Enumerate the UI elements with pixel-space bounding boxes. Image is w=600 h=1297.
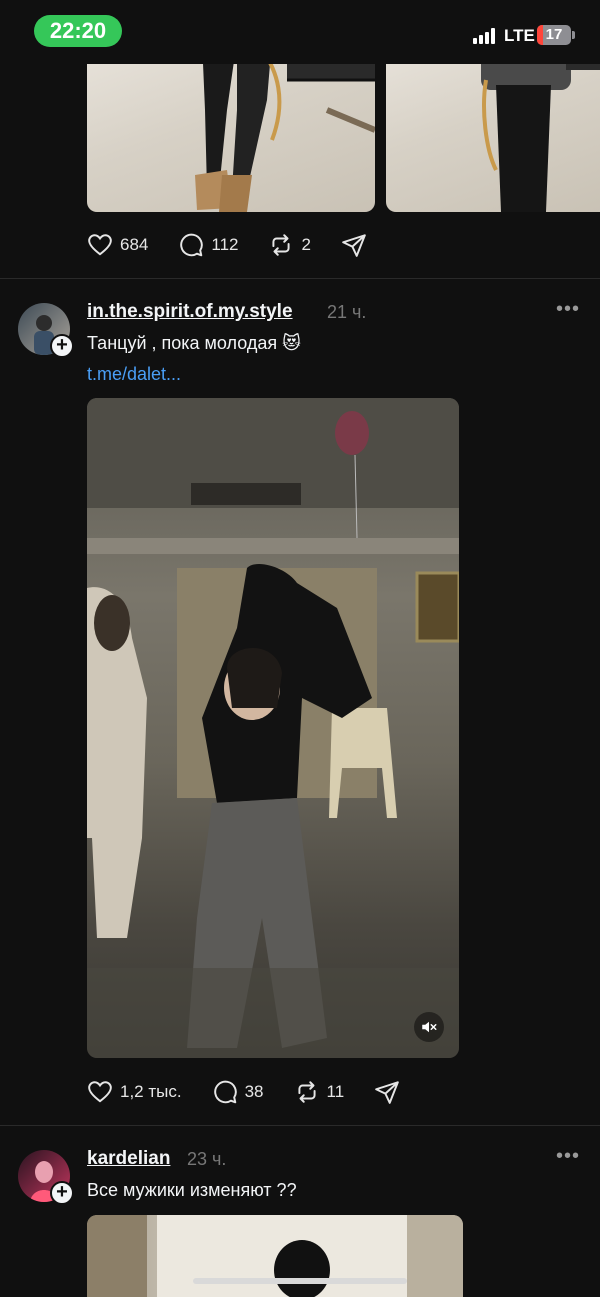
signal-icon — [473, 28, 497, 44]
post-username[interactable]: kardelian — [87, 1148, 170, 1170]
post-time: 21 ч. — [327, 302, 367, 322]
like-count: 1,2 тыс. — [120, 1082, 182, 1101]
repost-count: 2 — [301, 235, 311, 254]
share-icon — [342, 234, 366, 257]
heart-icon — [88, 234, 112, 256]
repost-button[interactable]: 2 — [268, 232, 311, 258]
post-caption: Танцуй , пока молодая 😻 — [87, 333, 301, 353]
photo-person — [481, 40, 600, 212]
post-actions: 684 112 2 — [87, 230, 397, 260]
battery-level: 17 — [545, 26, 563, 43]
post-image[interactable] — [87, 40, 375, 212]
post-image[interactable] — [87, 1215, 463, 1297]
share-button[interactable] — [374, 1079, 400, 1105]
comment-button[interactable]: 38 — [212, 1079, 264, 1105]
post-image[interactable] — [386, 40, 600, 212]
post-caption: Все мужики изменяют ?? — [87, 1180, 297, 1200]
photo-legs — [195, 40, 375, 212]
post-actions: 1,2 тыс. 38 11 — [87, 1077, 430, 1107]
comment-count: 38 — [244, 1082, 264, 1101]
share-icon — [375, 1081, 399, 1104]
comment-icon — [213, 1080, 237, 1104]
follow-plus-icon[interactable]: + — [50, 334, 74, 358]
follow-plus-icon[interactable]: + — [50, 1181, 74, 1205]
repost-icon — [297, 1081, 316, 1103]
battery-icon: 17 — [537, 25, 571, 45]
like-count: 684 — [120, 235, 149, 254]
comment-icon — [180, 233, 204, 257]
repost-count: 11 — [326, 1082, 345, 1101]
post-time: 23 ч. — [187, 1149, 227, 1169]
video-frame — [87, 398, 459, 1058]
post-divider — [0, 278, 600, 279]
post-divider — [0, 1125, 600, 1126]
like-button[interactable]: 1,2 тыс. — [87, 1079, 182, 1105]
mute-icon — [422, 1021, 437, 1033]
comment-count: 112 — [211, 235, 239, 254]
home-indicator[interactable] — [193, 1278, 407, 1284]
mute-button[interactable] — [414, 1012, 444, 1042]
network-label: LTE — [504, 26, 535, 45]
like-button[interactable]: 684 — [87, 232, 148, 258]
more-icon[interactable]: ••• — [556, 298, 580, 321]
status-time[interactable]: 22:20 — [34, 15, 122, 47]
battery-nub — [572, 31, 575, 39]
more-icon[interactable]: ••• — [556, 1145, 580, 1168]
status-bar: 22:20 LTE 17 — [0, 0, 600, 64]
repost-icon — [272, 234, 291, 256]
post-video[interactable] — [87, 398, 459, 1058]
heart-icon — [88, 1081, 112, 1103]
post-username[interactable]: in.the.spirit.of.my.style — [87, 301, 293, 323]
post-link[interactable]: t.me/dalet... — [87, 364, 181, 385]
photo-room — [87, 1215, 463, 1297]
share-button[interactable] — [341, 232, 367, 258]
comment-button[interactable]: 112 — [178, 232, 238, 258]
repost-button[interactable]: 11 — [294, 1079, 345, 1105]
